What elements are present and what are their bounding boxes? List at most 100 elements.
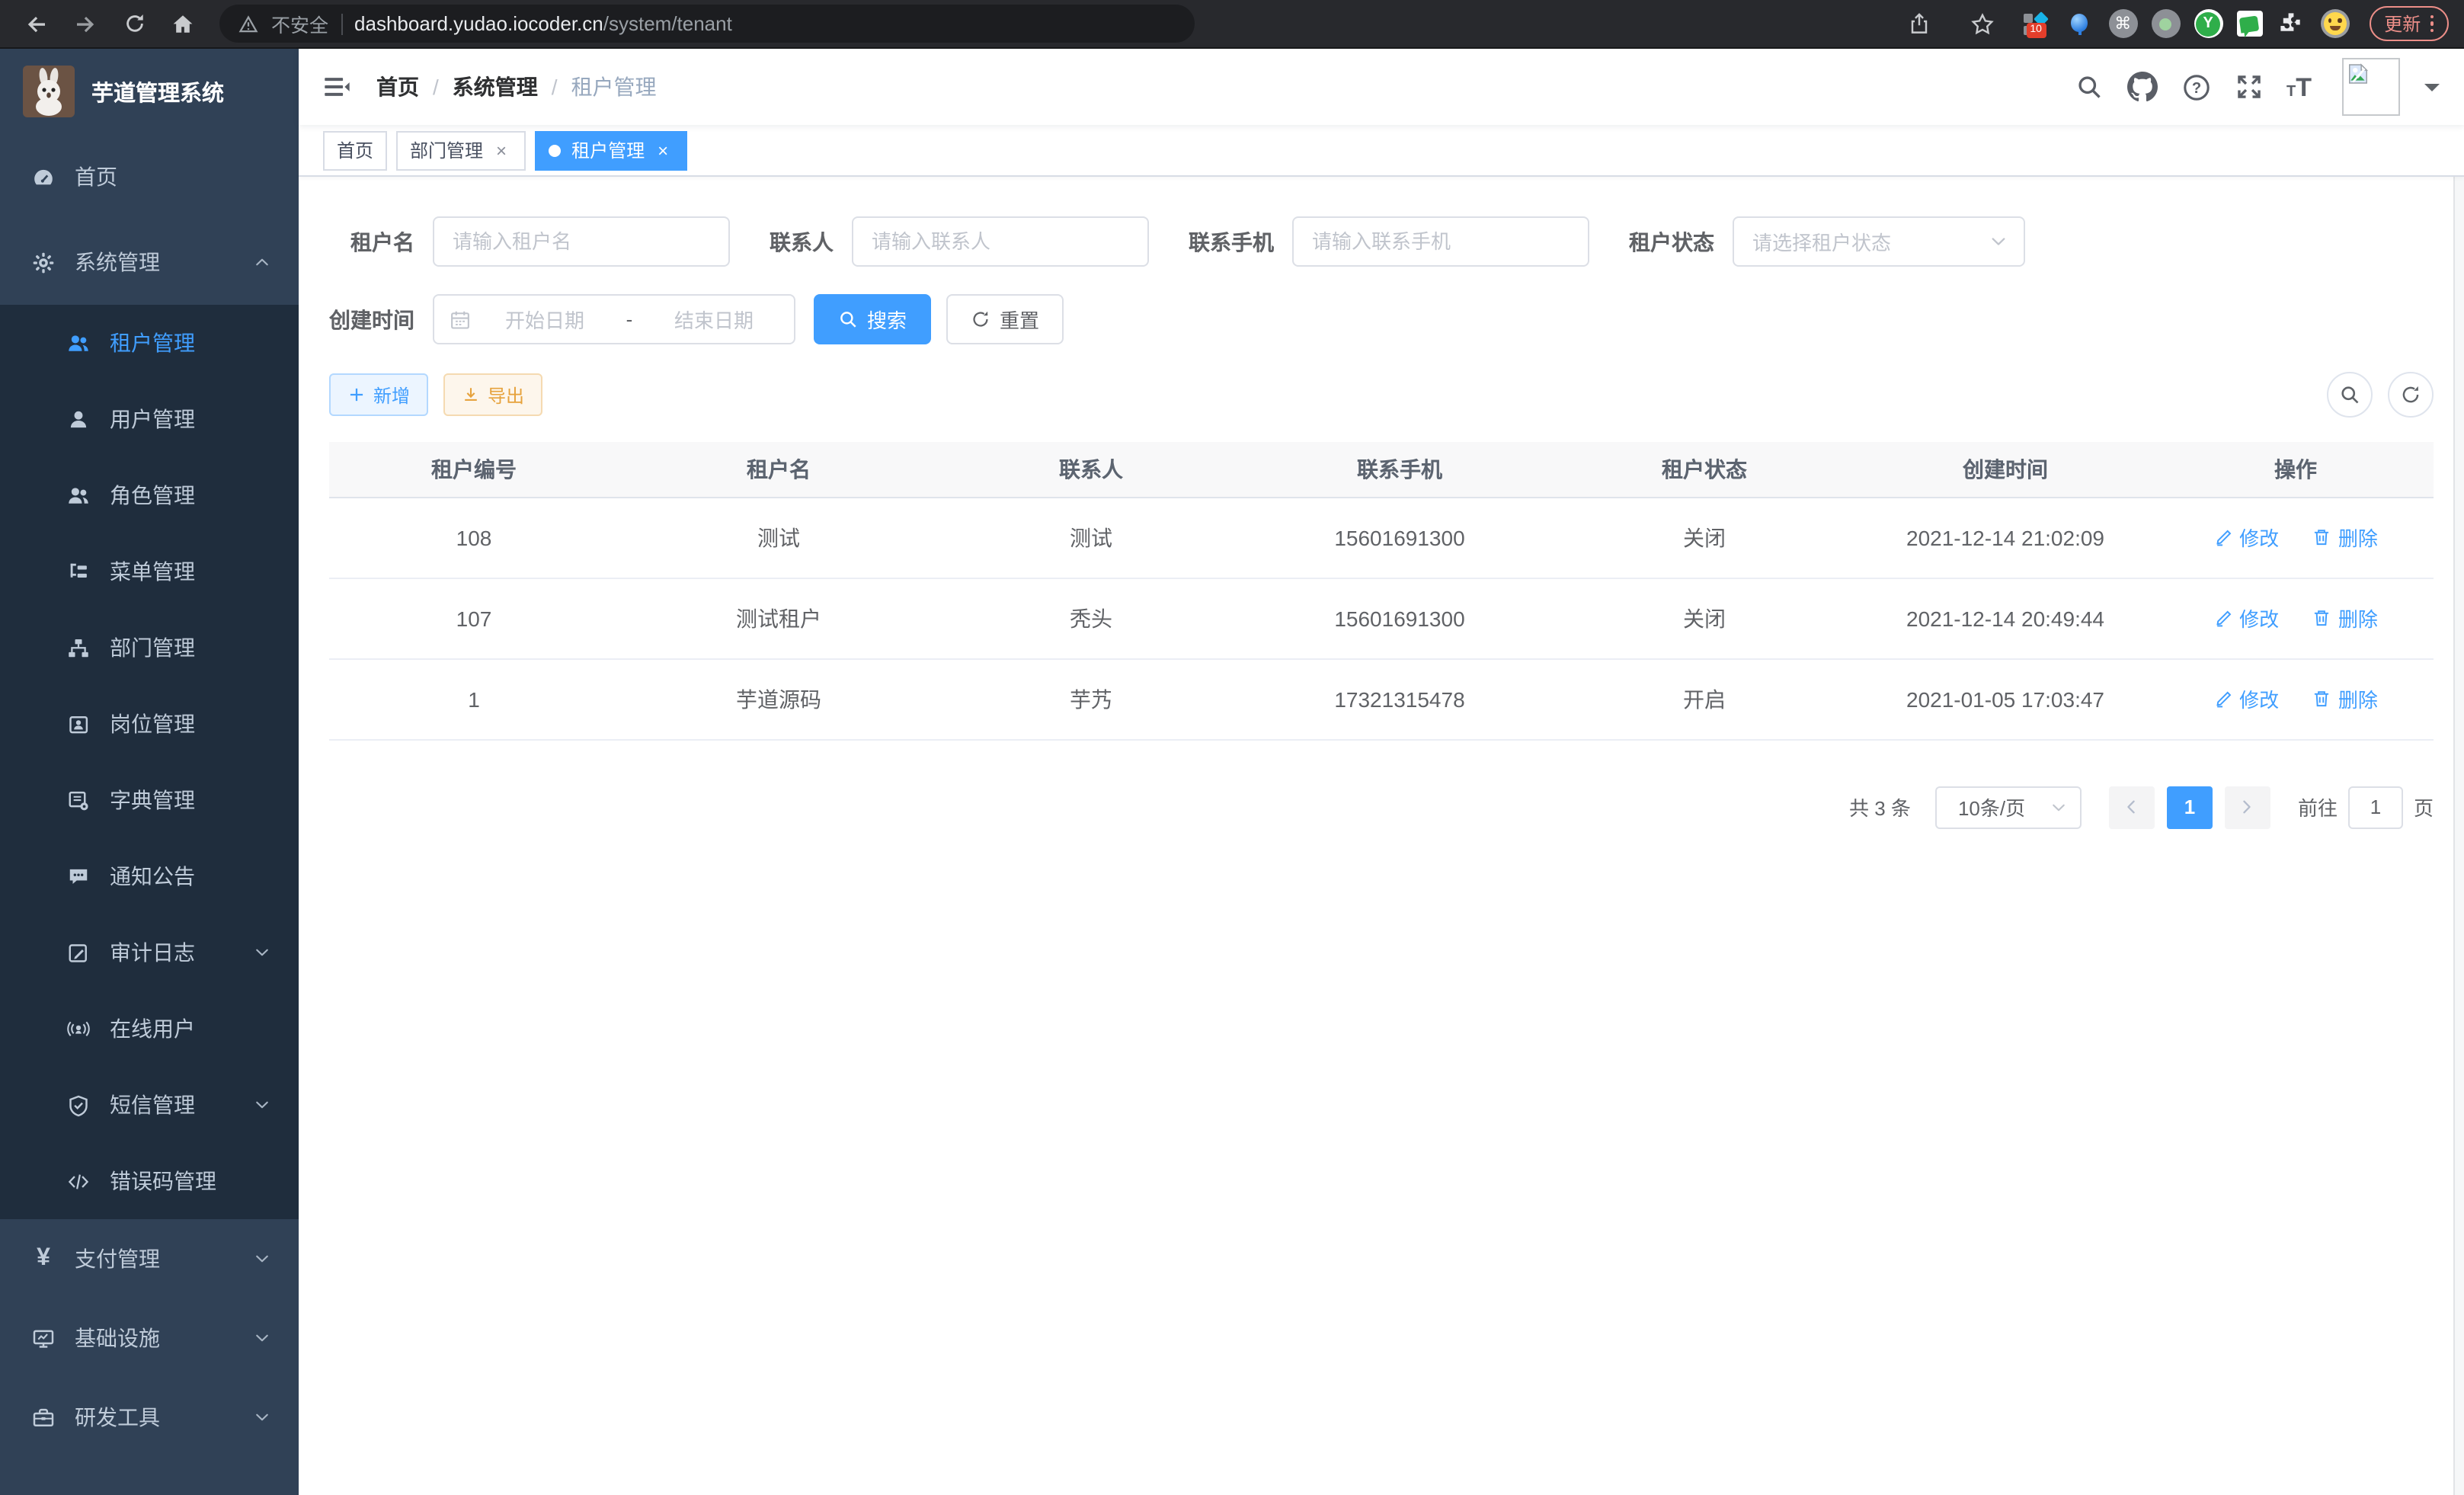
record-extension-icon[interactable] (2151, 9, 2180, 38)
refresh-table-button[interactable] (2388, 372, 2434, 418)
next-page-button[interactable] (2225, 786, 2270, 828)
tenant-name-input[interactable] (433, 216, 730, 267)
tab-dept[interactable]: 部门管理 × (396, 130, 526, 170)
avatar-caret-down-icon[interactable] (2424, 83, 2440, 98)
page-size-select[interactable]: 10条/页 (1935, 786, 2082, 828)
sidebar-item-notice[interactable]: 通知公告 (0, 838, 299, 914)
edit-icon (2213, 689, 2233, 709)
help-icon[interactable]: ? (2181, 72, 2210, 101)
sidebar-item-audit-log[interactable]: 审计日志 (0, 914, 299, 991)
show-search-toggle-button[interactable] (2327, 372, 2373, 418)
delete-link[interactable]: 删除 (2312, 523, 2378, 552)
delete-icon (2312, 689, 2332, 709)
browser-home-icon[interactable] (165, 5, 201, 42)
extension-grid-icon[interactable]: 10 (2020, 8, 2050, 39)
post-badge-icon (67, 712, 90, 735)
sidebar-item-pay[interactable]: ¥ 支付管理 (0, 1219, 299, 1298)
sidebar-item-devtools[interactable]: 研发工具 (0, 1378, 299, 1457)
sidebar-item-dict[interactable]: 字典管理 (0, 762, 299, 838)
reset-button[interactable]: 重置 (946, 294, 1064, 344)
prev-page-button[interactable] (2109, 786, 2155, 828)
font-size-icon[interactable]: TT (2286, 74, 2312, 100)
sidebar-item-errorcode[interactable]: 错误码管理 (0, 1143, 299, 1219)
browser-forward-icon[interactable] (67, 5, 104, 42)
col-actions: 操作 (2158, 442, 2434, 497)
start-date-placeholder: 开始日期 (480, 305, 610, 334)
address-bar[interactable]: 不安全 dashboard.yudao.iocoder.cn/system/te… (219, 5, 1195, 43)
goto-page-input[interactable] (2348, 786, 2403, 828)
sidebar-item-menu[interactable]: 菜单管理 (0, 533, 299, 610)
role-users-icon (67, 484, 90, 507)
sidebar-item-sms[interactable]: 短信管理 (0, 1067, 299, 1143)
delete-link[interactable]: 删除 (2312, 684, 2378, 713)
tab-home[interactable]: 首页 (323, 130, 387, 170)
header-search-icon[interactable] (2075, 73, 2102, 101)
browser-back-icon[interactable] (18, 5, 55, 42)
sidebar-toggle-icon[interactable] (323, 73, 350, 101)
export-button[interactable]: 导出 (443, 373, 542, 416)
sidebar-item-system[interactable]: 系统管理 (0, 219, 299, 305)
contact-input[interactable] (852, 216, 1149, 267)
tab-tenant[interactable]: 租户管理 × (535, 130, 687, 170)
sidebar-item-post[interactable]: 岗位管理 (0, 686, 299, 762)
sidebar: 芋道管理系统 首页 系统管理 租户管理 用户管理 (0, 49, 299, 1495)
mobile-input[interactable] (1292, 216, 1589, 267)
close-icon[interactable]: × (491, 139, 512, 161)
edit-link[interactable]: 修改 (2213, 523, 2279, 552)
breadcrumb-home[interactable]: 首页 (376, 72, 419, 102)
table-toolbar: 新增 导出 (329, 372, 2434, 418)
edit-icon (2213, 608, 2233, 628)
broken-image-icon (2347, 62, 2370, 85)
top-navbar: 首页 / 系统管理 / 租户管理 ? TT (299, 49, 2464, 125)
sidebar-item-tenant[interactable]: 租户管理 (0, 305, 299, 381)
delete-icon (2312, 527, 2332, 547)
chevron-down-icon (1989, 232, 2008, 251)
sidebar-item-user[interactable]: 用户管理 (0, 381, 299, 457)
edit-link[interactable]: 修改 (2213, 684, 2279, 713)
emoji-extension-icon[interactable] (2320, 9, 2349, 38)
app-logo[interactable]: 芋道管理系统 (0, 49, 299, 134)
breadcrumb-current: 租户管理 (571, 72, 657, 102)
sidebar-item-dept[interactable]: 部门管理 (0, 610, 299, 686)
browser-reload-icon[interactable] (116, 5, 152, 42)
chat-extension-icon[interactable] (2236, 11, 2262, 37)
add-button[interactable]: 新增 (329, 373, 428, 416)
balloon-extension-icon[interactable] (2064, 8, 2094, 39)
search-button[interactable]: 搜索 (814, 294, 931, 344)
range-separator: - (619, 308, 640, 331)
status-value: 关闭 (1556, 497, 1853, 578)
fullscreen-icon[interactable] (2235, 73, 2262, 101)
close-icon[interactable]: × (652, 139, 674, 161)
page-number-1[interactable]: 1 (2167, 786, 2213, 828)
create-time-range-picker[interactable]: 开始日期 - 结束日期 (433, 294, 795, 344)
url-host: dashboard.yudao.iocoder.cn (354, 11, 603, 34)
github-icon[interactable] (2126, 72, 2157, 102)
sidebar-item-home[interactable]: 首页 (0, 134, 299, 219)
screen: 不安全 dashboard.yudao.iocoder.cn/system/te… (0, 0, 2464, 1495)
browser-menu-icon[interactable] (2430, 15, 2434, 32)
breadcrumb-system[interactable]: 系统管理 (453, 72, 538, 102)
chrome-update-button[interactable]: 更新 (2369, 6, 2449, 41)
col-tenant-id: 租户编号 (329, 442, 619, 497)
sidebar-item-online-users[interactable]: 在线用户 (0, 991, 299, 1067)
active-tab-dot (549, 144, 561, 156)
tenant-table: 租户编号 租户名 联系人 联系手机 租户状态 创建时间 操作 108 测试 (329, 442, 2434, 740)
sidebar-item-role[interactable]: 角色管理 (0, 457, 299, 533)
share-icon[interactable] (1901, 5, 1938, 42)
breadcrumb: 首页 / 系统管理 / 租户管理 (376, 72, 657, 102)
chevron-down-icon (253, 1250, 271, 1268)
y-logo-extension-icon[interactable]: Y (2194, 9, 2222, 38)
calendar-icon (450, 309, 471, 330)
edit-link[interactable]: 修改 (2213, 603, 2279, 632)
bookmark-star-icon[interactable] (1963, 5, 2000, 42)
command-extension-icon[interactable]: ⌘ (2108, 9, 2137, 38)
edit-icon (2213, 527, 2233, 547)
extensions-puzzle-icon[interactable] (2276, 8, 2306, 39)
delete-link[interactable]: 删除 (2312, 603, 2378, 632)
sidebar-item-infra[interactable]: 基础设施 (0, 1298, 299, 1378)
update-label: 更新 (2384, 11, 2421, 37)
chevron-right-icon (2238, 797, 2258, 817)
avatar[interactable] (2342, 58, 2400, 116)
browser-scrollbar[interactable] (2453, 98, 2464, 1495)
status-select[interactable]: 请选择租户状态 (1733, 216, 2025, 267)
